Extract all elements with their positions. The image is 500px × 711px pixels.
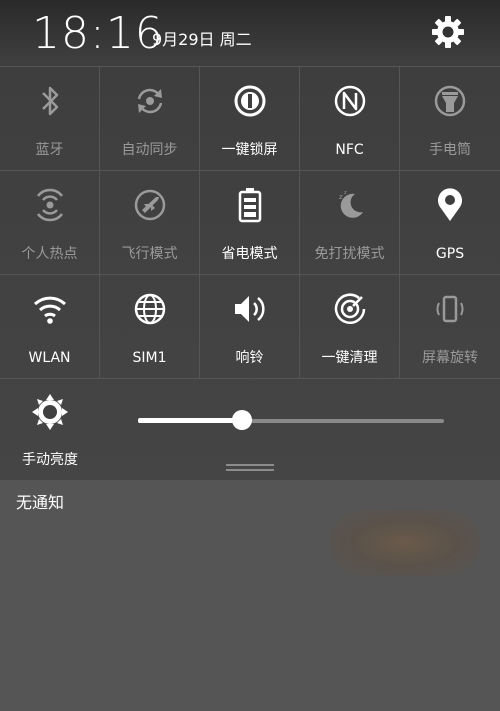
status-header: 18:16 9月29日 周二	[0, 0, 500, 66]
wifi-icon	[30, 289, 70, 329]
globe-icon	[130, 289, 170, 329]
tile-power-saving[interactable]: 省电模式	[200, 171, 300, 275]
battery-icon	[230, 185, 270, 225]
lock-screen-icon	[230, 81, 270, 121]
tile-sim1[interactable]: SIM1	[100, 275, 200, 379]
tile-screen-rotation[interactable]: 屏幕旋转	[400, 275, 500, 379]
clock-date: 9月29日 周二	[152, 30, 252, 49]
drag-handle[interactable]	[226, 464, 274, 472]
tile-label: 一键清理	[321, 350, 378, 366]
tile-label: WLAN	[28, 350, 71, 366]
tile-auto-sync[interactable]: 自动同步	[100, 67, 200, 171]
tile-label: 响铃	[235, 350, 264, 366]
tile-one-key-clean[interactable]: 一键清理	[300, 275, 400, 379]
tile-label: 免打扰模式	[314, 246, 385, 262]
slider-fill	[138, 418, 243, 423]
tile-label: 自动同步	[121, 142, 178, 158]
hotspot-icon	[30, 185, 70, 225]
location-icon	[430, 185, 470, 225]
manual-brightness-button[interactable]: 手动亮度	[0, 379, 100, 479]
quick-toggle-grid: 蓝牙 自动同步 一键锁屏 NFC 手电筒 个人热点 飞行模式 省电模式 z z …	[0, 66, 500, 379]
sync-icon	[130, 81, 170, 121]
speaker-icon	[230, 289, 270, 329]
bluetooth-icon	[30, 81, 70, 121]
notification-area: 无通知	[0, 480, 500, 711]
flashlight-icon	[430, 81, 470, 121]
tile-nfc[interactable]: NFC	[300, 67, 400, 171]
airplane-icon	[130, 185, 170, 225]
svg-text:z: z	[344, 190, 347, 196]
tile-airplane-mode[interactable]: 飞行模式	[100, 171, 200, 275]
clock-time: 18:16	[32, 8, 164, 59]
tile-label: 屏幕旋转	[422, 350, 478, 366]
settings-button[interactable]	[428, 12, 468, 52]
tile-label: 手电筒	[429, 142, 471, 158]
tile-bluetooth[interactable]: 蓝牙	[0, 67, 100, 171]
tile-flashlight[interactable]: 手电筒	[400, 67, 500, 171]
tile-label: NFC	[335, 142, 364, 158]
nfc-icon	[330, 81, 370, 121]
gear-icon	[431, 15, 465, 49]
tile-label: 省电模式	[221, 246, 278, 262]
tile-label: 个人热点	[21, 246, 78, 262]
tile-lock-screen[interactable]: 一键锁屏	[200, 67, 300, 171]
no-notifications-text: 无通知	[16, 493, 65, 512]
background-blur	[330, 510, 480, 576]
tile-ringer[interactable]: 响铃	[200, 275, 300, 379]
clean-icon	[330, 289, 370, 329]
tile-label: 飞行模式	[121, 246, 178, 262]
tile-gps[interactable]: GPS	[400, 171, 500, 275]
tile-hotspot[interactable]: 个人热点	[0, 171, 100, 275]
moon-icon: z z	[330, 185, 370, 225]
tile-label: SIM1	[132, 350, 167, 366]
tile-do-not-disturb[interactable]: z z 免打扰模式	[300, 171, 400, 275]
brightness-label: 手动亮度	[22, 452, 78, 468]
tile-wlan[interactable]: WLAN	[0, 275, 100, 379]
tile-label: 一键锁屏	[221, 142, 278, 158]
brightness-slider[interactable]	[138, 410, 444, 430]
svg-text:z: z	[339, 193, 343, 201]
rotate-icon	[430, 289, 470, 329]
tile-label: GPS	[435, 246, 465, 262]
brightness-icon	[31, 393, 69, 431]
slider-thumb[interactable]	[232, 410, 253, 430]
tile-label: 蓝牙	[35, 142, 64, 158]
